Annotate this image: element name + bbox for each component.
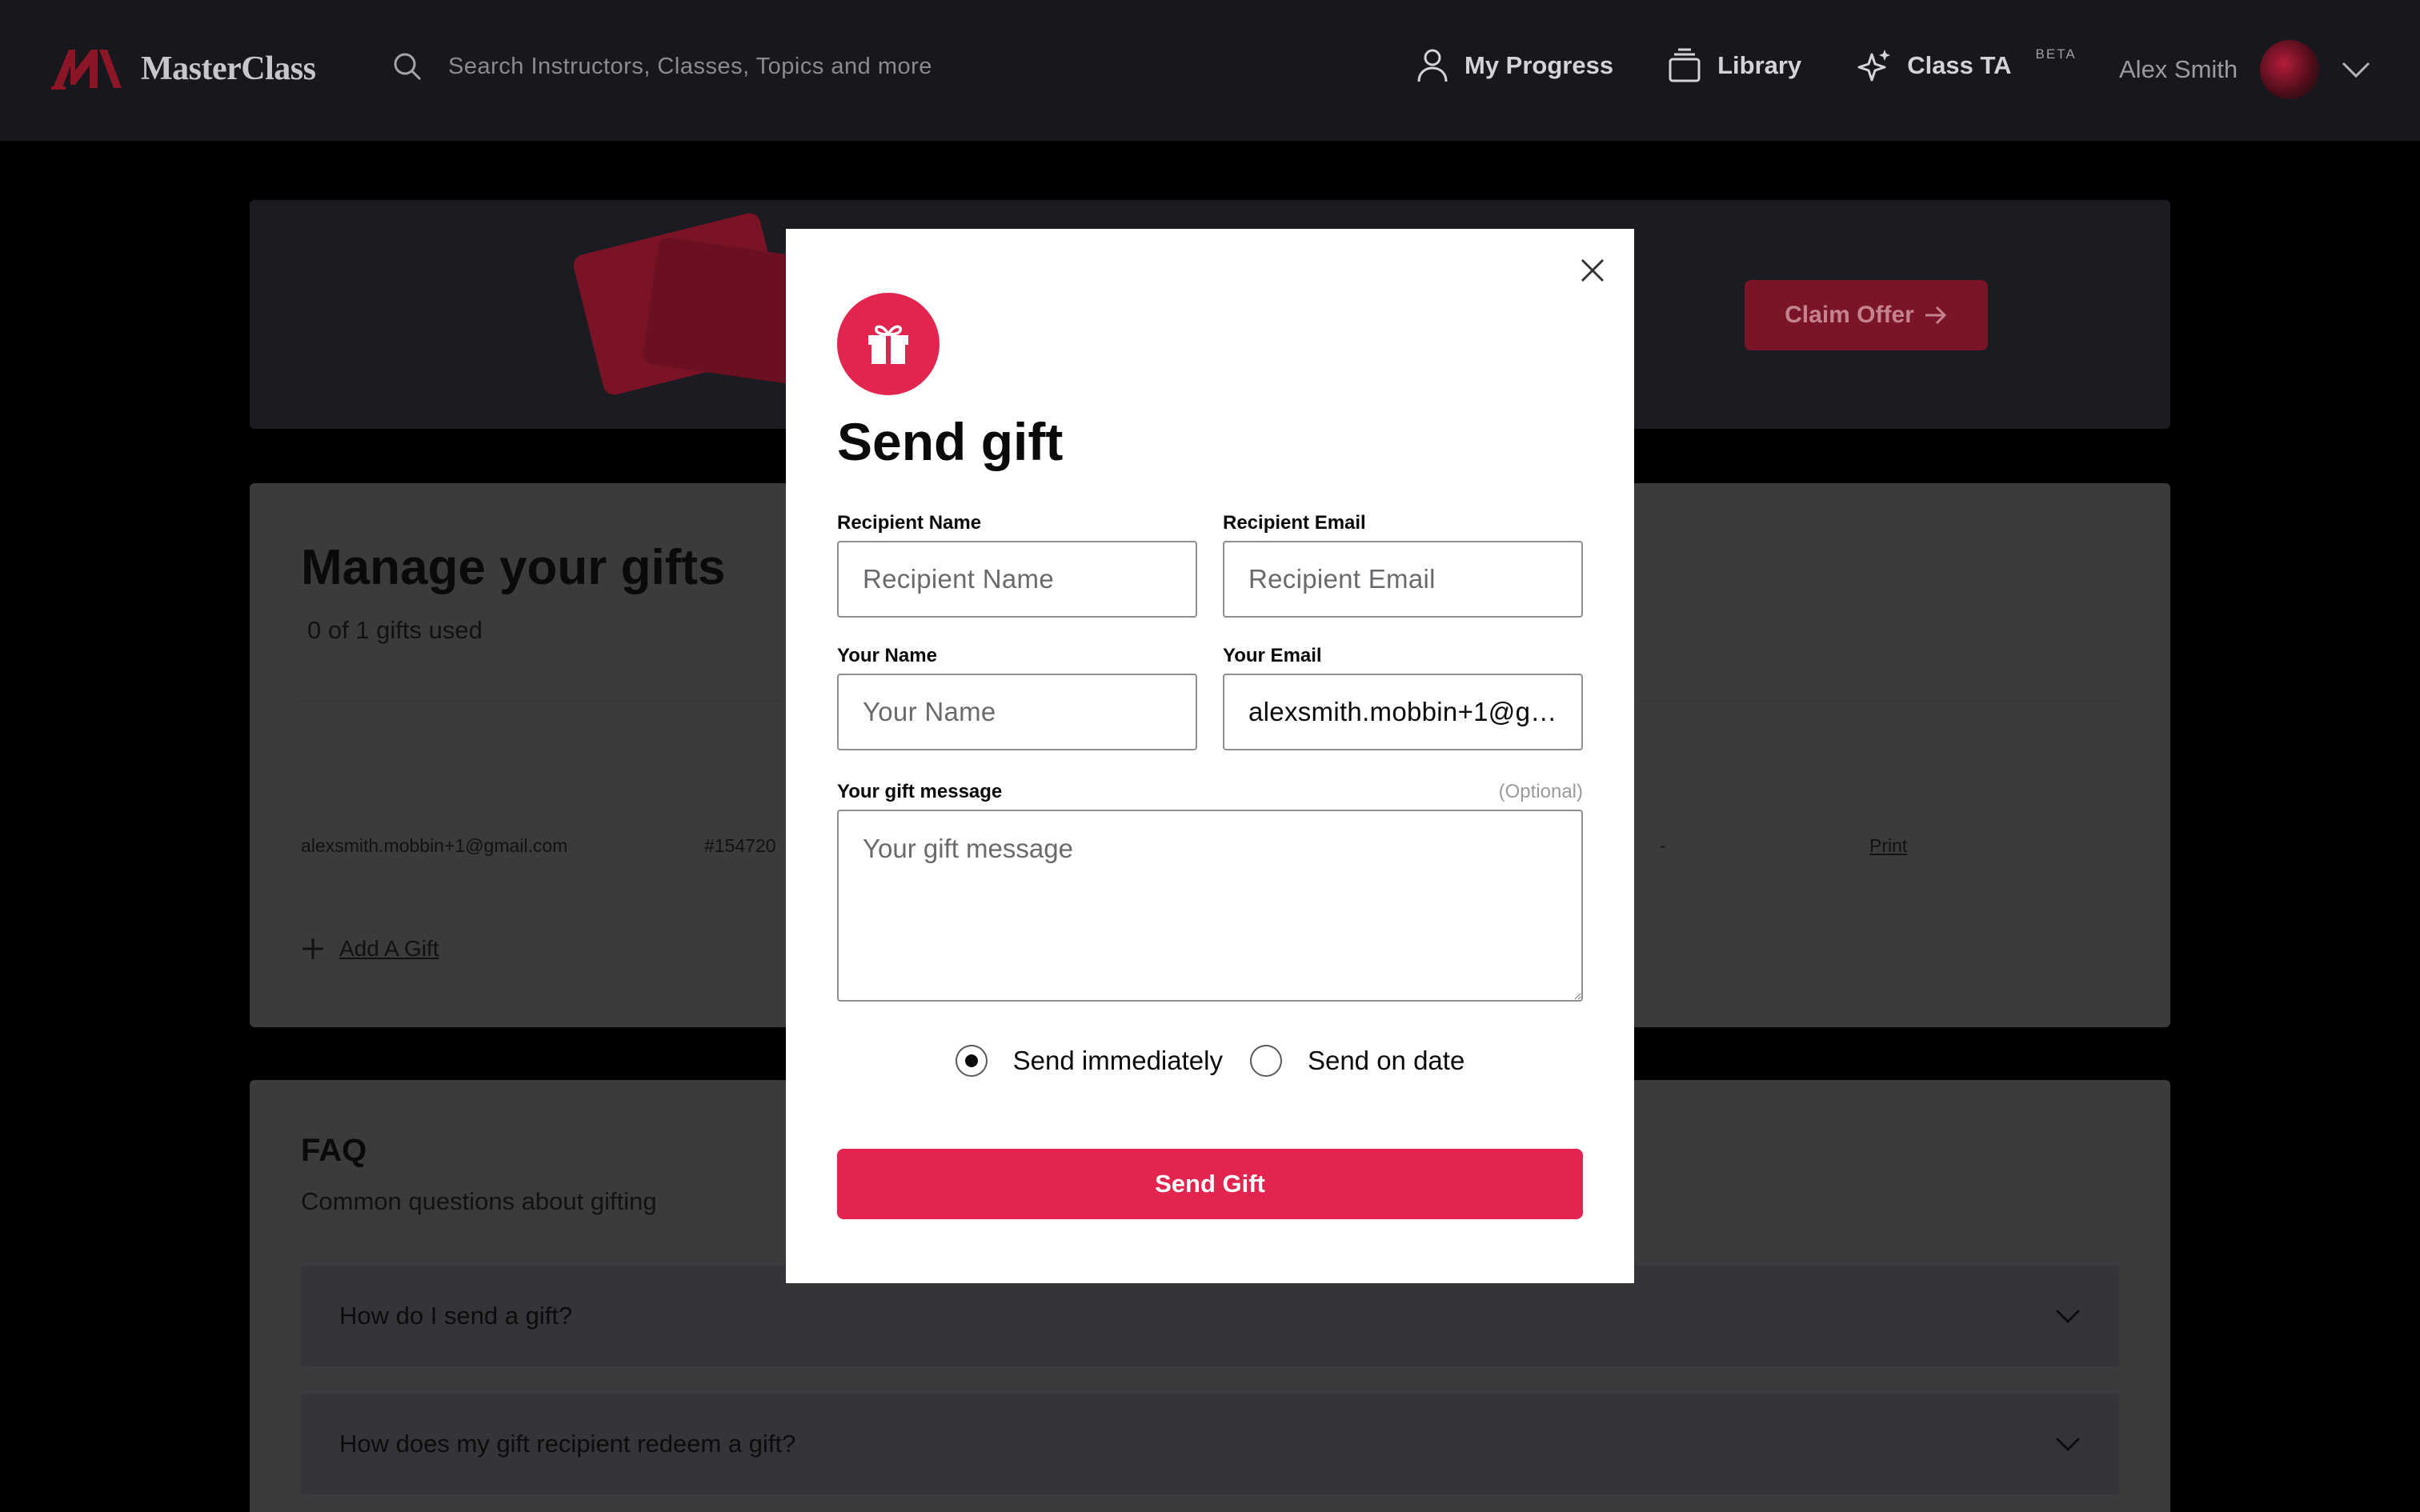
search-input[interactable]: Search Instructors, Classes, Topics and … xyxy=(448,54,932,80)
search-icon xyxy=(394,53,422,81)
faq-question: How does my gift recipient redeem a gift… xyxy=(339,1430,796,1458)
claim-offer-label: Claim Offer xyxy=(1785,302,1914,328)
send-on-date-option[interactable]: Send on date xyxy=(1249,1045,1465,1077)
masterclass-logo-icon xyxy=(51,50,122,90)
nav-links: My Progress Library Class TA BETA xyxy=(1416,46,2131,83)
avatar xyxy=(2260,40,2320,99)
arrow-right-icon xyxy=(1925,306,1946,325)
send-immediately-option[interactable]: Send immediately xyxy=(955,1045,1223,1077)
modal-title: Send gift xyxy=(837,412,1064,471)
claim-offer-button[interactable]: Claim Offer xyxy=(1745,280,1988,350)
faq-subtitle: Common questions about gifting xyxy=(301,1187,657,1215)
user-name: Alex Smith xyxy=(2119,55,2238,83)
close-button[interactable] xyxy=(1575,253,1610,288)
your-name-input[interactable] xyxy=(837,674,1197,750)
user-menu[interactable]: Alex Smith xyxy=(2119,40,2370,99)
gift-badge xyxy=(837,293,940,395)
top-nav: MasterClass Search Instructors, Classes,… xyxy=(0,0,2420,141)
faq-question: How do I send a gift? xyxy=(339,1302,573,1330)
library-icon xyxy=(1669,48,1701,82)
faq-title: FAQ xyxy=(301,1133,367,1168)
chevron-down-icon xyxy=(2055,1437,2081,1452)
gifts-used-count: 0 of 1 gifts used xyxy=(307,616,483,644)
gift-row-email: alexsmith.mobbin+1@gmail.com xyxy=(301,835,568,856)
recipient-name-input[interactable] xyxy=(837,541,1197,618)
add-gift-label: Add A Gift xyxy=(339,936,439,961)
nav-my-progress-label: My Progress xyxy=(1464,51,1614,79)
send-gift-button[interactable]: Send Gift xyxy=(837,1149,1583,1219)
gift-row-print-link[interactable]: Print xyxy=(1869,835,1907,857)
optional-hint: (Optional) xyxy=(1498,781,1583,802)
person-icon xyxy=(1417,49,1448,82)
nav-class-ta-label: Class TA xyxy=(1907,51,2012,79)
masterclass-logo[interactable]: MasterClass xyxy=(51,46,316,91)
send-timing-options: Send immediately Send on date xyxy=(786,1045,1634,1077)
gift-row-sent: - xyxy=(1660,835,1666,856)
your-name-label: Your Name xyxy=(837,645,937,666)
nav-my-progress[interactable]: My Progress xyxy=(1416,48,1613,83)
send-immediately-radio[interactable] xyxy=(955,1045,988,1077)
logo-text: MasterClass xyxy=(141,50,316,87)
gift-row-id: #154720 xyxy=(704,835,776,856)
sparkle-icon xyxy=(1857,50,1891,82)
close-icon xyxy=(1581,258,1605,282)
nav-library-label: Library xyxy=(1717,51,1802,79)
faq-item[interactable]: How does my gift recipient redeem a gift… xyxy=(301,1394,2119,1494)
add-gift-button[interactable]: Add A Gift xyxy=(301,936,439,962)
plus-icon xyxy=(302,938,323,959)
recipient-email-input[interactable] xyxy=(1223,541,1583,618)
chevron-down-icon[interactable] xyxy=(2342,61,2370,78)
gift-message-textarea[interactable] xyxy=(837,810,1583,1002)
send-immediately-label: Send immediately xyxy=(1012,1046,1223,1075)
send-on-date-label: Send on date xyxy=(1307,1046,1465,1075)
chevron-down-icon xyxy=(2055,1309,2081,1324)
manage-gifts-title: Manage your gifts xyxy=(301,540,726,595)
beta-badge: BETA xyxy=(2035,46,2077,62)
search-bar[interactable]: Search Instructors, Classes, Topics and … xyxy=(392,51,932,82)
your-email-input[interactable] xyxy=(1223,674,1583,750)
gift-icon xyxy=(868,325,908,364)
recipient-name-label: Recipient Name xyxy=(837,512,982,534)
nav-library[interactable]: Library xyxy=(1668,48,1801,83)
send-gift-modal: Send gift Recipient Name Recipient Email… xyxy=(786,229,1634,1283)
gift-message-label: Your gift message xyxy=(837,781,1003,802)
send-on-date-radio[interactable] xyxy=(1249,1045,1282,1077)
your-email-label: Your Email xyxy=(1223,645,1322,666)
nav-class-ta[interactable]: Class TA BETA xyxy=(1856,46,2077,83)
recipient-email-label: Recipient Email xyxy=(1223,512,1366,534)
